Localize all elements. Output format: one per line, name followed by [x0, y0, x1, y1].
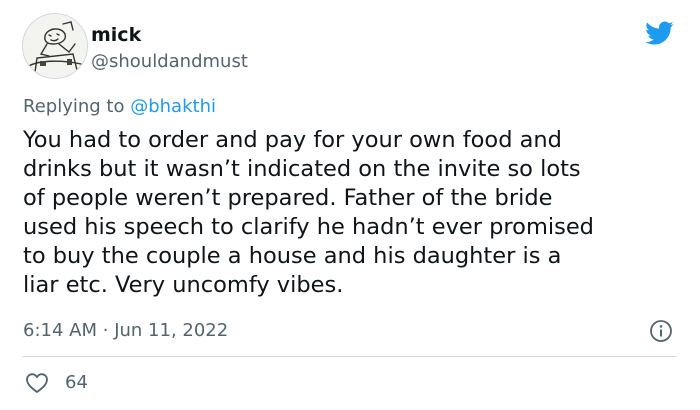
like-count: 64: [65, 372, 88, 393]
info-circle-icon[interactable]: [649, 319, 673, 343]
tweet-body-line: drinks but it wasn’t indicated on the in…: [23, 156, 581, 182]
tweet-body-line: You had to order and pay for your own fo…: [23, 127, 562, 153]
tweet-time: 6:14 AM: [23, 320, 97, 341]
twitter-bird-icon[interactable]: [642, 18, 676, 48]
tweet-body-line: liar etc. Very uncomfy vibes.: [23, 272, 344, 298]
heart-outline-icon: [26, 373, 48, 393]
tweet-card: mick @shouldandmust Replying to @bhakthi…: [0, 0, 700, 410]
author-handle[interactable]: @shouldandmust: [91, 51, 248, 73]
tweet-timestamp[interactable]: 6:14 AM · Jun 11, 2022: [23, 320, 228, 342]
tweet-date: Jun 11, 2022: [114, 320, 229, 341]
author-name[interactable]: mick: [91, 24, 141, 46]
sketch-avatar-icon: [23, 14, 87, 78]
meta-separator: ·: [102, 320, 109, 341]
tweet-body: You had to order and pay for your own fo…: [23, 126, 688, 300]
tweet-body-line: to buy the couple a house and his daught…: [23, 243, 562, 269]
avatar[interactable]: [22, 13, 88, 79]
reply-handle-link[interactable]: @bhakthi: [130, 96, 216, 117]
tweet-body-line: of people weren’t prepared. Father of th…: [23, 185, 553, 211]
reply-prefix: Replying to: [23, 96, 125, 117]
reply-context: Replying to @bhakthi: [23, 96, 216, 118]
tweet-body-line: used his speech to clarify he hadn’t eve…: [23, 214, 594, 240]
divider: [23, 356, 677, 357]
